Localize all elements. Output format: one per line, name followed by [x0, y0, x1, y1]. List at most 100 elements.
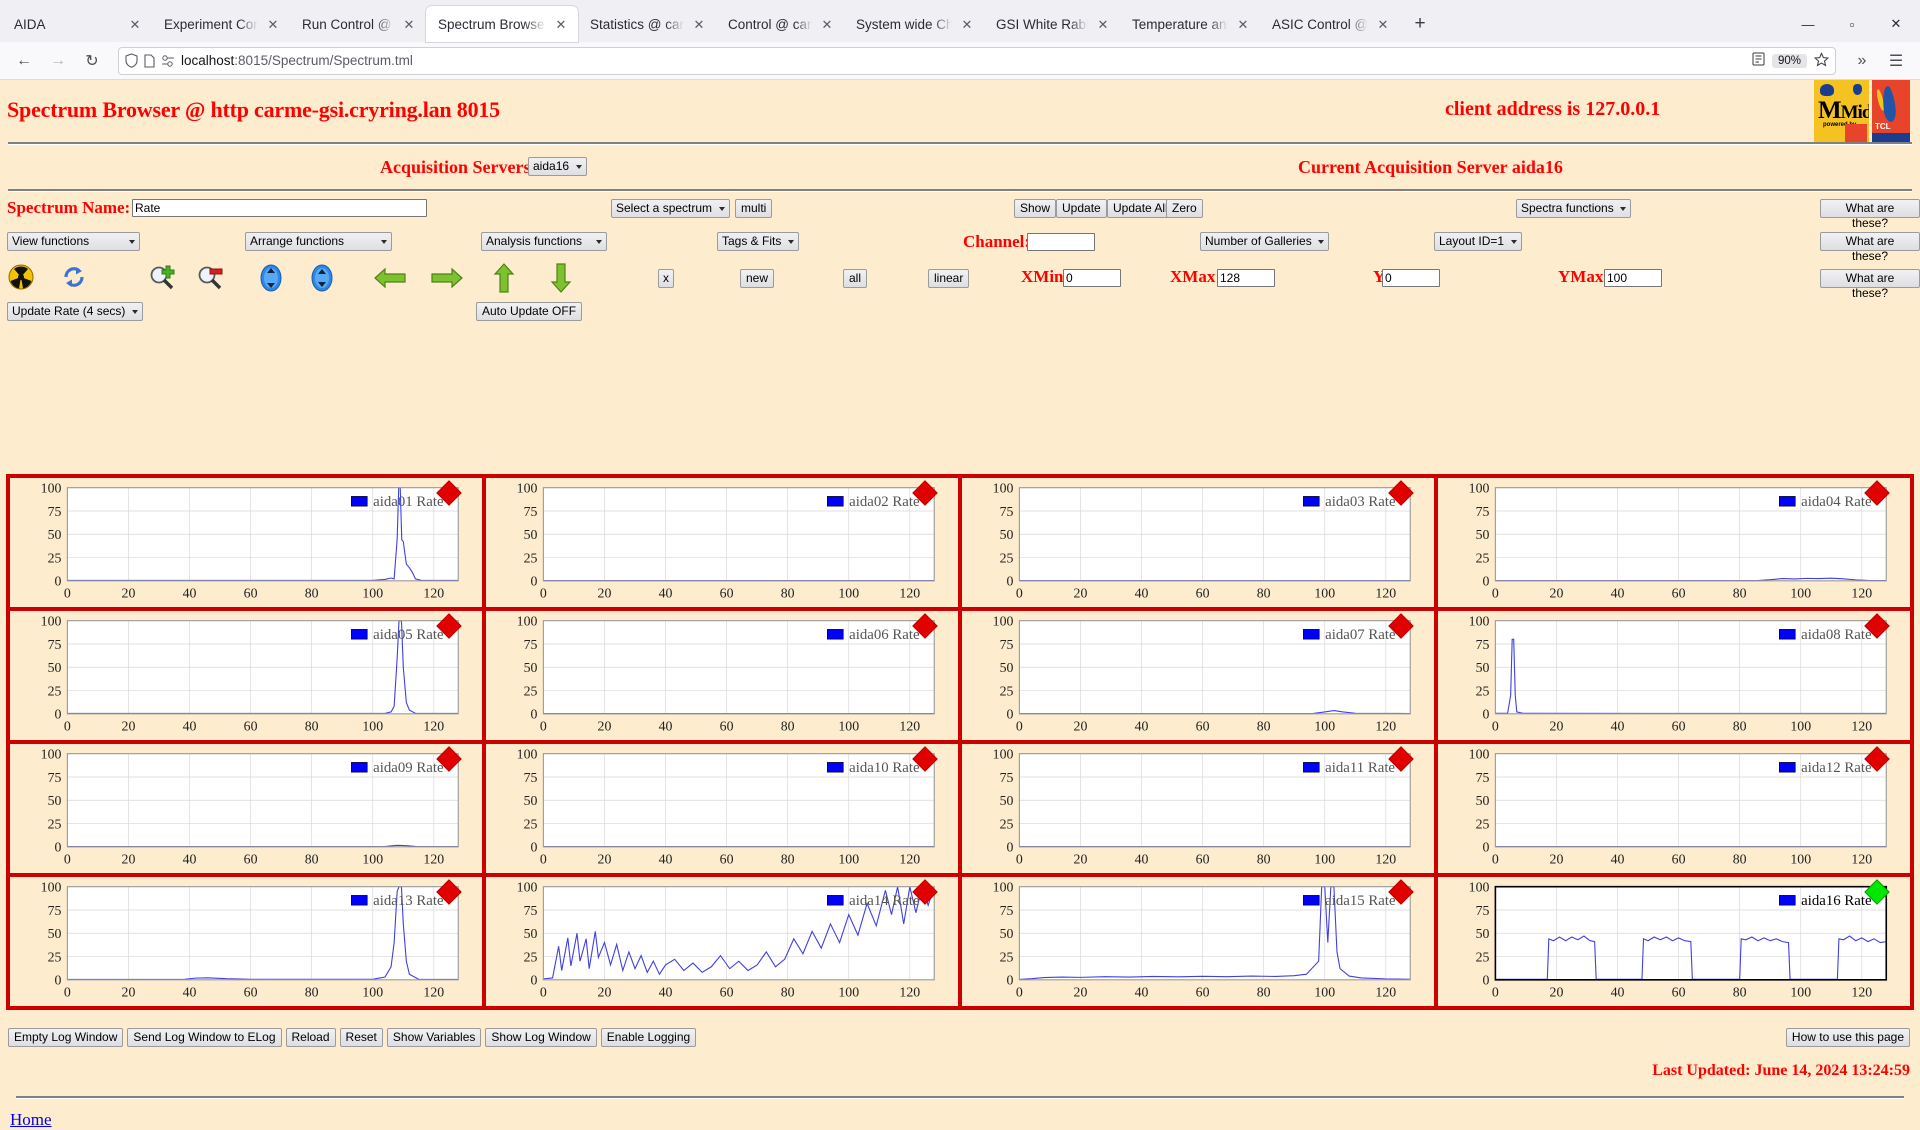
spectrum-panel-13[interactable]: 0 20 40 60 80 100 120 0 25 50 75 100 aida13 Rate	[8, 875, 484, 1008]
xmax-input[interactable]	[1217, 269, 1275, 287]
zoom-level-badge[interactable]: 90%	[1771, 53, 1807, 68]
arrow-up-icon[interactable]	[492, 262, 520, 293]
spectrum-plot: 0 20 40 60 80 100 120 0 25 50 75 100 aida16 Rate	[1469, 880, 1910, 999]
channel-input[interactable]	[1027, 233, 1095, 251]
maximize-button[interactable]: ▫	[1830, 6, 1874, 42]
browser-tab-3[interactable]: Run Control @ carme ✕	[290, 6, 426, 42]
close-icon[interactable]: ✕	[818, 15, 836, 33]
x-tick-label: 20	[1074, 585, 1088, 600]
spectrum-panel-7[interactable]: 0 20 40 60 80 100 120 0 25 50 75 100 aida07 Rate	[960, 609, 1436, 742]
footer-button-1[interactable]: Empty Log Window	[8, 1028, 124, 1047]
select-a-spectrum-select[interactable]: Select a spectrum	[611, 199, 730, 218]
reload-button[interactable]: ↻	[76, 46, 108, 76]
spectrum-panel-11[interactable]: 0 20 40 60 80 100 120 0 25 50 75 100 aida11 Rate	[960, 742, 1436, 875]
home-link[interactable]: Home	[10, 1110, 52, 1130]
arrow-down-icon[interactable]	[549, 262, 577, 293]
zoom-out-icon[interactable]	[196, 264, 224, 292]
browser-tab-8[interactable]: GSI White Rabbit Tim ✕	[984, 6, 1120, 42]
footer-button-5[interactable]: Show Variables	[386, 1028, 482, 1047]
close-icon[interactable]: ✕	[400, 15, 418, 33]
auto-update-toggle[interactable]: Auto Update OFF	[476, 302, 583, 321]
spectrum-panel-4[interactable]: 0 20 40 60 80 100 120 0 25 50 75 100 aida04 Rate	[1436, 476, 1912, 609]
close-window-button[interactable]: ✕	[1874, 6, 1918, 42]
update-all-button[interactable]: Update All	[1107, 199, 1174, 218]
close-icon[interactable]: ✕	[264, 15, 282, 33]
what-are-these-button-2[interactable]: What are these?	[1820, 232, 1920, 263]
close-icon[interactable]: ✕	[552, 15, 570, 33]
close-icon[interactable]: ✕	[958, 15, 976, 33]
update-rate-select[interactable]: Update Rate (4 secs)	[7, 302, 143, 321]
overflow-menu-button[interactable]: »	[1846, 46, 1878, 76]
browser-tab-7[interactable]: System wide Checks (✕	[844, 6, 984, 42]
footer-button-3[interactable]: Reload	[285, 1028, 336, 1047]
what-are-these-button-3[interactable]: What are these?	[1820, 269, 1920, 300]
number-of-galleries-select[interactable]: Number of Galleries	[1200, 232, 1329, 251]
browser-tab-10[interactable]: ASIC Control @ carm ✕	[1260, 6, 1400, 42]
expand-down-icon[interactable]	[258, 264, 286, 292]
multi-button[interactable]: multi	[735, 199, 773, 218]
footer-button-7[interactable]: Enable Logging	[600, 1028, 697, 1047]
spectrum-panel-5[interactable]: 0 20 40 60 80 100 120 0 25 50 75 100 aida05 Rate	[8, 609, 484, 742]
spectrum-panel-10[interactable]: 0 20 40 60 80 100 120 0 25 50 75 100 aida10 Rate	[484, 742, 960, 875]
xmin-input[interactable]	[1063, 269, 1121, 287]
spectrum-panel-15[interactable]: 0 20 40 60 80 100 120 0 25 50 75 100 aida15 Rate	[960, 875, 1436, 1008]
zoom-in-icon[interactable]	[148, 264, 176, 292]
refresh-icon[interactable]	[61, 264, 89, 292]
browser-tab-5[interactable]: Statistics @ carme-gs ✕	[578, 6, 716, 42]
update-button[interactable]: Update	[1056, 199, 1107, 218]
footer-button-6[interactable]: Show Log Window	[485, 1028, 597, 1047]
spectrum-name-input[interactable]	[132, 199, 427, 217]
tags-and-fits-select[interactable]: Tags & Fits	[717, 232, 799, 251]
spectrum-panel-12[interactable]: 0 20 40 60 80 100 120 0 25 50 75 100 aida12 Rate	[1436, 742, 1912, 875]
spectrum-panel-3[interactable]: 0 20 40 60 80 100 120 0 25 50 75 100 aida03 Rate	[960, 476, 1436, 609]
how-to-use-this-page-button[interactable]: How to use this page	[1785, 1028, 1910, 1047]
browser-tab-4[interactable]: Spectrum Browser @ ✕	[426, 6, 578, 42]
app-menu-button[interactable]: ☰	[1880, 46, 1912, 76]
minimize-button[interactable]: —	[1786, 6, 1830, 42]
linear-button[interactable]: linear	[928, 269, 970, 288]
layout-id-select[interactable]: Layout ID=1	[1434, 232, 1522, 251]
back-button[interactable]: ←	[8, 46, 40, 76]
arrow-left-icon[interactable]	[373, 266, 406, 294]
close-icon[interactable]: ✕	[1094, 15, 1112, 33]
new-button[interactable]: new	[740, 269, 775, 288]
spectra-functions-select[interactable]: Spectra functions	[1516, 199, 1631, 218]
all-button[interactable]: all	[843, 269, 868, 288]
spectrum-panel-2[interactable]: 0 20 40 60 80 100 120 0 25 50 75 100 aida02 Rate	[484, 476, 960, 609]
browser-tab-9[interactable]: Temperature and stat ✕	[1120, 6, 1260, 42]
spectrum-panel-14[interactable]: 0 20 40 60 80 100 120 0 25 50 75 100 aida14 Rate	[484, 875, 960, 1008]
acquisition-server-select[interactable]: aida16	[528, 157, 587, 176]
reader-mode-icon[interactable]	[1752, 52, 1765, 69]
address-bar[interactable]: localhost:8015/Spectrum/Spectrum.tml 90%	[118, 46, 1836, 75]
footer-button-4[interactable]: Reset	[339, 1028, 383, 1047]
analysis-functions-select[interactable]: Analysis functions	[481, 232, 607, 251]
new-tab-button[interactable]: +	[1404, 9, 1436, 39]
close-icon[interactable]: ✕	[1234, 15, 1252, 33]
spectrum-panel-9[interactable]: 0 20 40 60 80 100 120 0 25 50 75 100 aida09 Rate	[8, 742, 484, 875]
spectrum-panel-16[interactable]: 0 20 40 60 80 100 120 0 25 50 75 100 aida16 Rate	[1436, 875, 1912, 1008]
arrange-functions-select[interactable]: Arrange functions	[245, 232, 392, 251]
forward-button[interactable]: →	[42, 46, 74, 76]
close-icon[interactable]: ✕	[1374, 15, 1392, 33]
close-icon[interactable]: ✕	[126, 15, 144, 33]
close-icon[interactable]: ✕	[690, 15, 708, 33]
radiation-icon[interactable]	[8, 264, 36, 292]
spectrum-panel-6[interactable]: 0 20 40 60 80 100 120 0 25 50 75 100 aida06 Rate	[484, 609, 960, 742]
expand-up-icon[interactable]	[309, 264, 337, 292]
show-button[interactable]: Show	[1014, 199, 1057, 218]
permissions-icon[interactable]	[161, 54, 175, 67]
zero-button[interactable]: Zero	[1166, 199, 1203, 218]
ymin-input[interactable]	[1382, 269, 1440, 287]
bookmark-star-icon[interactable]	[1813, 51, 1830, 70]
browser-tab-2[interactable]: Experiment Control @ ✕	[152, 6, 290, 42]
arrow-right-icon[interactable]	[430, 266, 463, 294]
browser-tab-6[interactable]: Control @ carme-gsi ✕	[716, 6, 844, 42]
view-functions-select[interactable]: View functions	[7, 232, 140, 251]
ymax-input[interactable]	[1604, 269, 1662, 287]
footer-button-2[interactable]: Send Log Window to ELog	[127, 1028, 282, 1047]
x-button[interactable]: x	[658, 269, 674, 288]
what-are-these-button-1[interactable]: What are these?	[1820, 199, 1920, 230]
browser-tab-1[interactable]: AIDA ✕	[2, 6, 152, 42]
spectrum-panel-1[interactable]: 0 20 40 60 80 100 120 0 25 50 75 100 aida01 Rate	[8, 476, 484, 609]
spectrum-panel-8[interactable]: 0 20 40 60 80 100 120 0 25 50 75 100 aida08 Rate	[1436, 609, 1912, 742]
